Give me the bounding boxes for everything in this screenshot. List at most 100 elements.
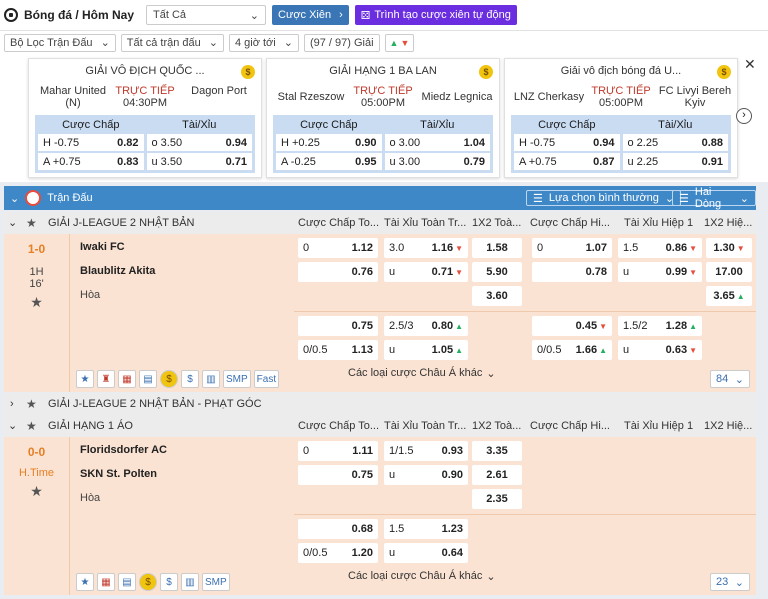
odds-cell[interactable]: 2.61 (472, 465, 522, 485)
featured-card[interactable]: Giải vô địch bóng đá U... $ LNZ Cherkasy… (504, 58, 738, 178)
bar-chart-icon[interactable]: ▥ (181, 573, 199, 591)
scoreboard-icon[interactable]: ▦ (97, 573, 115, 591)
away-team: Blaublitz Akita (80, 265, 156, 277)
odds-cell[interactable]: 0 1.11 (298, 441, 378, 461)
coin-icon[interactable]: $ (160, 370, 178, 388)
odds-cell[interactable]: 1.58 (472, 238, 522, 258)
odds-cell[interactable]: 0 1.07 (532, 238, 612, 258)
smp-button[interactable]: SMP (202, 573, 230, 591)
featured-card[interactable]: GIẢI VÔ ĐỊCH QUỐC ... $ Mahar United (N)… (28, 58, 262, 178)
stats-card-icon[interactable]: ▤ (139, 370, 157, 388)
star-icon[interactable]: ★ (76, 573, 94, 591)
odds-cell[interactable]: 0/0.5 1.13 (298, 340, 378, 360)
odds-cell[interactable]: u 3.50 0.71 (146, 153, 252, 170)
league-name: GIẢI HẠNG 1 ÁO (48, 420, 133, 432)
odds-cell[interactable]: H -0.75 0.94 (514, 134, 620, 151)
star-icon[interactable]: ★ (4, 483, 69, 500)
parlay-button[interactable]: Cược Xiên › (272, 5, 349, 25)
star-icon[interactable]: ★ (26, 415, 37, 437)
odds-cell[interactable]: 0.75 (298, 316, 378, 336)
odds-cell[interactable]: 0.78 (532, 262, 612, 282)
odds-cell[interactable]: 1.5 1.23 (384, 519, 468, 539)
odds-cell[interactable]: 1.30 ▼ (706, 238, 752, 258)
odds-cell[interactable]: 0 1.12 (298, 238, 378, 258)
odds-cell[interactable]: u 1.05 ▲ (384, 340, 468, 360)
odds-cell[interactable]: u 0.99 ▼ (618, 262, 702, 282)
odds-cell[interactable]: 0/0.5 1.20 (298, 543, 378, 563)
odds-cell[interactable]: u 2.25 0.91 (622, 153, 728, 170)
odds-cell[interactable]: 0/0.5 1.66 ▲ (532, 340, 612, 360)
bar-chart-icon[interactable]: ▥ (202, 370, 220, 388)
odds-cell[interactable]: 2.5/3 0.80 ▲ (384, 316, 468, 336)
smp-button[interactable]: SMP (223, 370, 251, 388)
odds: 1.20 (351, 547, 373, 559)
more-bets-link[interactable]: Các loại cược Châu Á khác ⌄ (348, 364, 496, 382)
odds-cell[interactable]: o 2.25 0.88 (622, 134, 728, 151)
league-header[interactable]: › ★ GIẢI J-LEAGUE 2 NHẬT BẢN - PHẠT GÓC (4, 393, 756, 415)
star-icon[interactable]: ★ (26, 212, 37, 234)
jersey-icon[interactable]: ♜ (97, 370, 115, 388)
odds-cell[interactable]: u 0.64 (384, 543, 468, 563)
collapse-icon[interactable]: ⌄ (10, 192, 19, 205)
odds-cell[interactable]: H -0.75 0.82 (38, 134, 144, 151)
auto-parlay-button[interactable]: ⚄ Trình tạo cược xiên tự động (354, 5, 517, 25)
league-header[interactable]: ⌄ ★ GIẢI HẠNG 1 ÁO Cược Chấp To... Tài X… (4, 415, 756, 437)
up-arrow-icon: ▲ (689, 322, 697, 331)
more-bets-count[interactable]: 84 ⌄ (710, 370, 750, 388)
scoreboard-icon[interactable]: ▦ (118, 370, 136, 388)
sort-select[interactable]: ☰ Lựa chọn bình thường ⌄ (526, 190, 682, 206)
sort-button[interactable]: ▲ ▼ (384, 33, 415, 52)
odds-cell[interactable]: 0.45 ▼ (532, 316, 612, 336)
odds-cell[interactable]: 0.76 (298, 262, 378, 282)
odds-cell[interactable]: 3.60 (472, 286, 522, 306)
odds-cell[interactable]: u 0.71 ▼ (384, 262, 468, 282)
all-matches-dropdown[interactable]: Tất cả trận đấu ⌄ (120, 33, 224, 52)
stats-card-icon[interactable]: ▤ (118, 573, 136, 591)
collapse-icon[interactable]: ⌄ (8, 212, 17, 234)
league-header[interactable]: ⌄ ★ GIẢI J-LEAGUE 2 NHẬT BẢN Cược Chấp T… (4, 212, 756, 234)
hours-dropdown[interactable]: 4 giờ tới ⌄ (229, 33, 299, 52)
odds-cell[interactable]: 0.75 (298, 465, 378, 485)
odds-cell[interactable]: u 0.90 (384, 465, 468, 485)
odds-cell[interactable]: o 3.00 1.04 (384, 134, 490, 151)
more-bets-count[interactable]: 23 ⌄ (710, 573, 750, 591)
close-icon[interactable]: ✕ (744, 56, 756, 73)
odds-cell[interactable]: 2.35 (472, 489, 522, 509)
odds-cell[interactable]: A -0.25 0.95 (276, 153, 382, 170)
odds-cell[interactable]: u 0.63 ▼ (618, 340, 702, 360)
odds-cell[interactable]: 3.35 (472, 441, 522, 461)
view-select[interactable]: ☰ Hai Dòng ⌄ (672, 186, 756, 210)
sport-filter-select[interactable]: Tất Cả ⌄ (146, 5, 267, 25)
expand-icon[interactable]: › (10, 393, 14, 415)
odds-cell[interactable]: 3.0 1.16 ▼ (384, 238, 468, 258)
match-filter-dropdown[interactable]: Bộ Lọc Trận Đấu ⌄ (4, 33, 116, 52)
collapse-icon[interactable]: ⌄ (8, 415, 17, 437)
league-count-button[interactable]: (97 / 97) Giải (303, 33, 380, 52)
odds-cell[interactable]: 5.90 (472, 262, 522, 282)
dollar-icon[interactable]: $ (160, 573, 178, 591)
star-icon[interactable]: ★ (4, 294, 69, 311)
sort-label: Lựa chọn bình thường (548, 192, 659, 204)
odds-cell[interactable]: H +0.25 0.90 (276, 134, 382, 151)
more-bets-link[interactable]: Các loại cược Châu Á khác ⌄ (348, 567, 496, 585)
dollar-icon[interactable]: $ (181, 370, 199, 388)
odds-cell[interactable]: A +0.75 0.83 (38, 153, 144, 170)
coin-icon[interactable]: $ (139, 573, 157, 591)
odds-cell[interactable]: 1.5 0.86 ▼ (618, 238, 702, 258)
odds: 0.64 (441, 547, 463, 559)
odds-cell[interactable]: 17.00 (706, 262, 752, 282)
star-icon[interactable]: ★ (76, 370, 94, 388)
featured-card[interactable]: GIẢI HẠNG 1 BA LAN $ Stal Rzeszow TRỰC T… (266, 58, 500, 178)
odds-cell[interactable]: 1/1.5 0.93 (384, 441, 468, 461)
star-icon[interactable]: ★ (26, 393, 37, 415)
fast-button[interactable]: Fast (253, 370, 280, 388)
odds-cell[interactable]: 3.65 ▲ (706, 286, 752, 306)
odds-cell[interactable]: u 3.00 0.79 (384, 153, 490, 170)
odds-cell[interactable]: A +0.75 0.87 (514, 153, 620, 170)
carousel-next-button[interactable]: › (736, 108, 752, 124)
odds-cell[interactable]: o 3.50 0.94 (146, 134, 252, 151)
odds-cell[interactable]: 0.68 (298, 519, 378, 539)
view-label: Hai Dòng (694, 186, 722, 210)
odds-cell[interactable]: 1.5/2 1.28 ▲ (618, 316, 702, 336)
odds: 0.95 (355, 155, 377, 168)
